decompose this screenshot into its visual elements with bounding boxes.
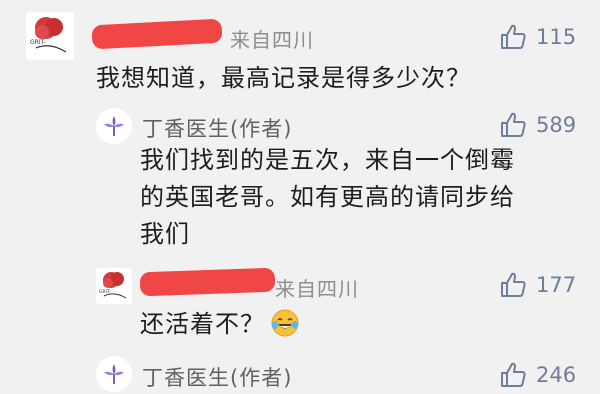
clove-logo-icon xyxy=(96,356,132,392)
like-count: 246 xyxy=(536,363,577,387)
author-name-text: 丁香医生 xyxy=(142,117,230,141)
like-button[interactable]: 115 xyxy=(498,22,576,52)
author-avatar[interactable] xyxy=(96,356,132,392)
like-count: 115 xyxy=(536,25,577,49)
user-avatar[interactable]: GRIT- xyxy=(26,12,74,60)
author-tag: (作者) xyxy=(230,117,293,141)
brain-avatar-icon: GRIT- xyxy=(96,268,132,304)
redacted-username xyxy=(91,18,223,50)
brain-avatar-icon: GRIT- xyxy=(26,12,74,60)
user-avatar[interactable]: GRIT- xyxy=(96,268,132,304)
reply-text-line: 的英国老哥。如有更高的请同步给 xyxy=(140,183,515,211)
svg-text:GRIT-: GRIT- xyxy=(99,289,111,295)
author-tag: (作者) xyxy=(230,366,293,390)
like-button[interactable]: 177 xyxy=(498,270,576,300)
comment-location: 来自四川 xyxy=(275,277,359,301)
thumbs-up-icon xyxy=(501,24,526,49)
svg-text:GRIT-: GRIT- xyxy=(30,39,46,46)
clove-logo-icon xyxy=(96,108,132,144)
laughing-tears-emoji-icon xyxy=(271,309,299,337)
reply-text-content: 还活着不？ xyxy=(140,310,265,338)
redacted-username xyxy=(139,267,276,297)
author-avatar[interactable] xyxy=(96,108,132,144)
like-count: 589 xyxy=(536,113,577,137)
thumbs-up-icon xyxy=(501,112,526,137)
thumbs-up-icon xyxy=(501,272,526,297)
thumbs-up-icon xyxy=(501,362,526,387)
author-name[interactable]: 丁香医生(作者) xyxy=(142,362,292,392)
author-name-text: 丁香医生 xyxy=(142,366,230,390)
like-button[interactable]: 589 xyxy=(498,110,576,140)
reply-text-line: 我们找到的是五次，来自一个倒霉 xyxy=(140,146,515,174)
comment-text: 我想知道，最高记录是得多少次？ xyxy=(96,64,471,92)
author-name[interactable]: 丁香医生(作者) xyxy=(142,113,292,143)
like-count: 177 xyxy=(536,273,577,297)
comment-location: 来自四川 xyxy=(230,28,314,52)
reply-text: 还活着不？ xyxy=(140,306,299,343)
reply-text-line: 我们 xyxy=(140,220,190,248)
reply-text: 我们找到的是五次，来自一个倒霉 的英国老哥。如有更高的请同步给 我们 xyxy=(140,142,515,253)
like-button[interactable]: 246 xyxy=(498,360,576,390)
